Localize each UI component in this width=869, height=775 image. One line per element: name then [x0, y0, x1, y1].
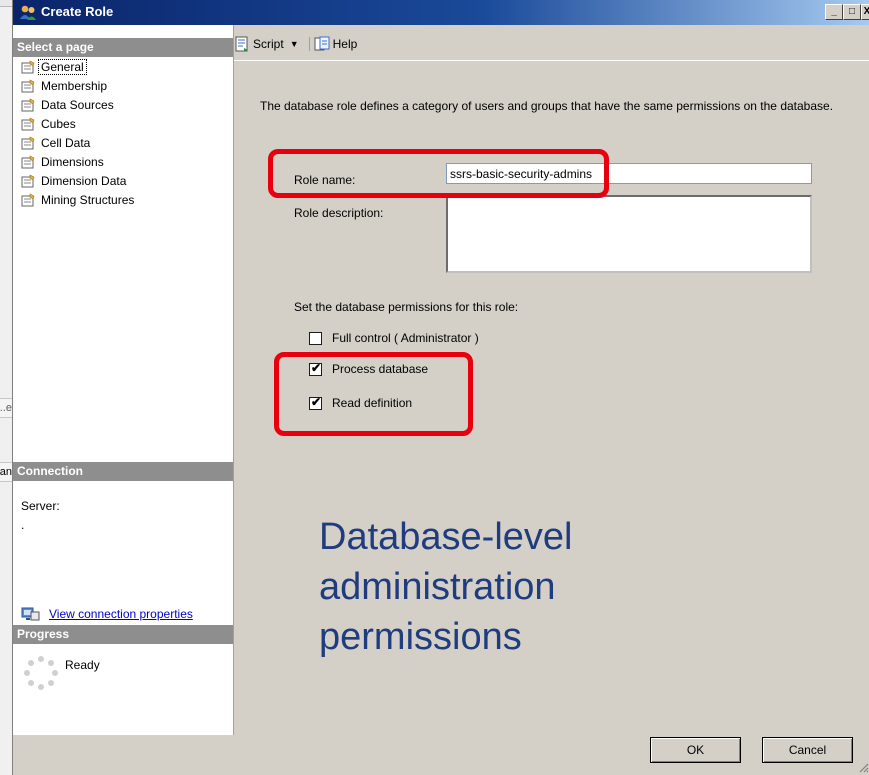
- cancel-button[interactable]: Cancel: [762, 737, 853, 763]
- overlay-line: administration: [319, 566, 556, 608]
- maximize-button[interactable]: □: [843, 4, 861, 20]
- close-button[interactable]: X: [861, 4, 869, 20]
- sidebar-item-cubes[interactable]: Cubes: [13, 114, 233, 133]
- role-icon: [20, 5, 36, 20]
- background-fragment: e...: [0, 398, 12, 418]
- view-connection-properties-link[interactable]: View connection properties: [21, 606, 193, 622]
- help-label: Help: [332, 37, 358, 51]
- sidebar-item-data-sources[interactable]: Data Sources: [13, 95, 233, 114]
- toolbar-divider: [234, 60, 869, 61]
- chevron-down-icon[interactable]: ▼: [290, 39, 299, 49]
- create-role-dialog: Create Role _ □ X Select a page General M…: [12, 0, 869, 775]
- window-title: Create Role: [41, 4, 114, 19]
- sidebar-item-label: Membership: [41, 78, 108, 93]
- sidebar-item-label: Dimension Data: [41, 173, 127, 188]
- server-value: .: [21, 518, 25, 532]
- script-label: Script: [253, 37, 284, 51]
- progress-header: Progress: [13, 625, 233, 644]
- sidebar-item-label: Dimensions: [41, 154, 104, 169]
- sidebar-item-dimension-data[interactable]: Dimension Data: [13, 171, 233, 190]
- sidebar-item-label: Cell Data: [41, 135, 91, 150]
- page-list: General Membership Data Sources Cubes Cell D…: [13, 57, 233, 209]
- title-bar[interactable]: Create Role _ □ X: [13, 0, 869, 25]
- sidebar-item-membership[interactable]: Membership: [13, 76, 233, 95]
- minimize-button[interactable]: _: [825, 4, 843, 20]
- select-page-header: Select a page: [13, 38, 233, 57]
- full-control-checkbox[interactable]: Full control ( Administrator ): [309, 331, 479, 345]
- sidebar-item-label: Mining Structures: [41, 192, 135, 207]
- overlay-caption: Database-level administration permission…: [319, 512, 819, 662]
- role-description-input[interactable]: [446, 195, 812, 273]
- sidebar-item-cell-data[interactable]: Cell Data: [13, 133, 233, 152]
- ok-button[interactable]: OK: [650, 737, 741, 763]
- role-description-text: The database role defines a category of …: [260, 99, 834, 113]
- sidebar-item-label: General: [38, 58, 87, 75]
- help-button[interactable]: Help: [314, 36, 358, 52]
- background-fragment: an: [0, 462, 12, 482]
- help-icon: [314, 36, 330, 51]
- sidebar-item-label: Data Sources: [41, 97, 114, 112]
- overlay-line: Database-level: [319, 516, 573, 558]
- page-icon: [21, 79, 35, 92]
- checkbox-label: Full control ( Administrator ): [332, 331, 479, 345]
- script-icon: [235, 36, 248, 52]
- page-icon: [21, 155, 35, 168]
- overlay-line: permissions: [319, 616, 522, 658]
- page-icon: [21, 136, 35, 149]
- server-label: Server:: [21, 499, 60, 513]
- left-panel: Select a page General Membership Data Sour…: [13, 25, 234, 735]
- sidebar-item-mining-structures[interactable]: Mining Structures: [13, 190, 233, 209]
- permissions-callout: [274, 352, 473, 436]
- toolbar: Script ▼ Help: [234, 34, 363, 54]
- connection-properties-icon: [21, 607, 40, 621]
- role-name-callout: [268, 149, 609, 198]
- sidebar-item-dimensions[interactable]: Dimensions: [13, 152, 233, 171]
- view-connection-properties-label: View connection properties: [49, 607, 193, 621]
- page-icon: [21, 174, 35, 187]
- sidebar-item-label: Cubes: [41, 116, 76, 131]
- page-icon: [21, 60, 35, 73]
- script-button[interactable]: Script ▼: [234, 36, 299, 52]
- permissions-title: Set the database permissions for this ro…: [294, 300, 519, 314]
- background-app-edge: [0, 0, 12, 775]
- checkbox-box[interactable]: [309, 331, 322, 345]
- progress-spinner-icon: [24, 656, 58, 690]
- progress-status: Ready: [65, 658, 100, 672]
- connection-header: Connection: [13, 462, 233, 481]
- role-description-label: Role description:: [294, 206, 384, 220]
- page-icon: [21, 193, 35, 206]
- toolbar-separator: [308, 37, 310, 51]
- page-icon: [21, 117, 35, 130]
- page-icon: [21, 98, 35, 111]
- resize-grip-icon[interactable]: [857, 761, 869, 773]
- sidebar-item-general[interactable]: General: [13, 57, 233, 76]
